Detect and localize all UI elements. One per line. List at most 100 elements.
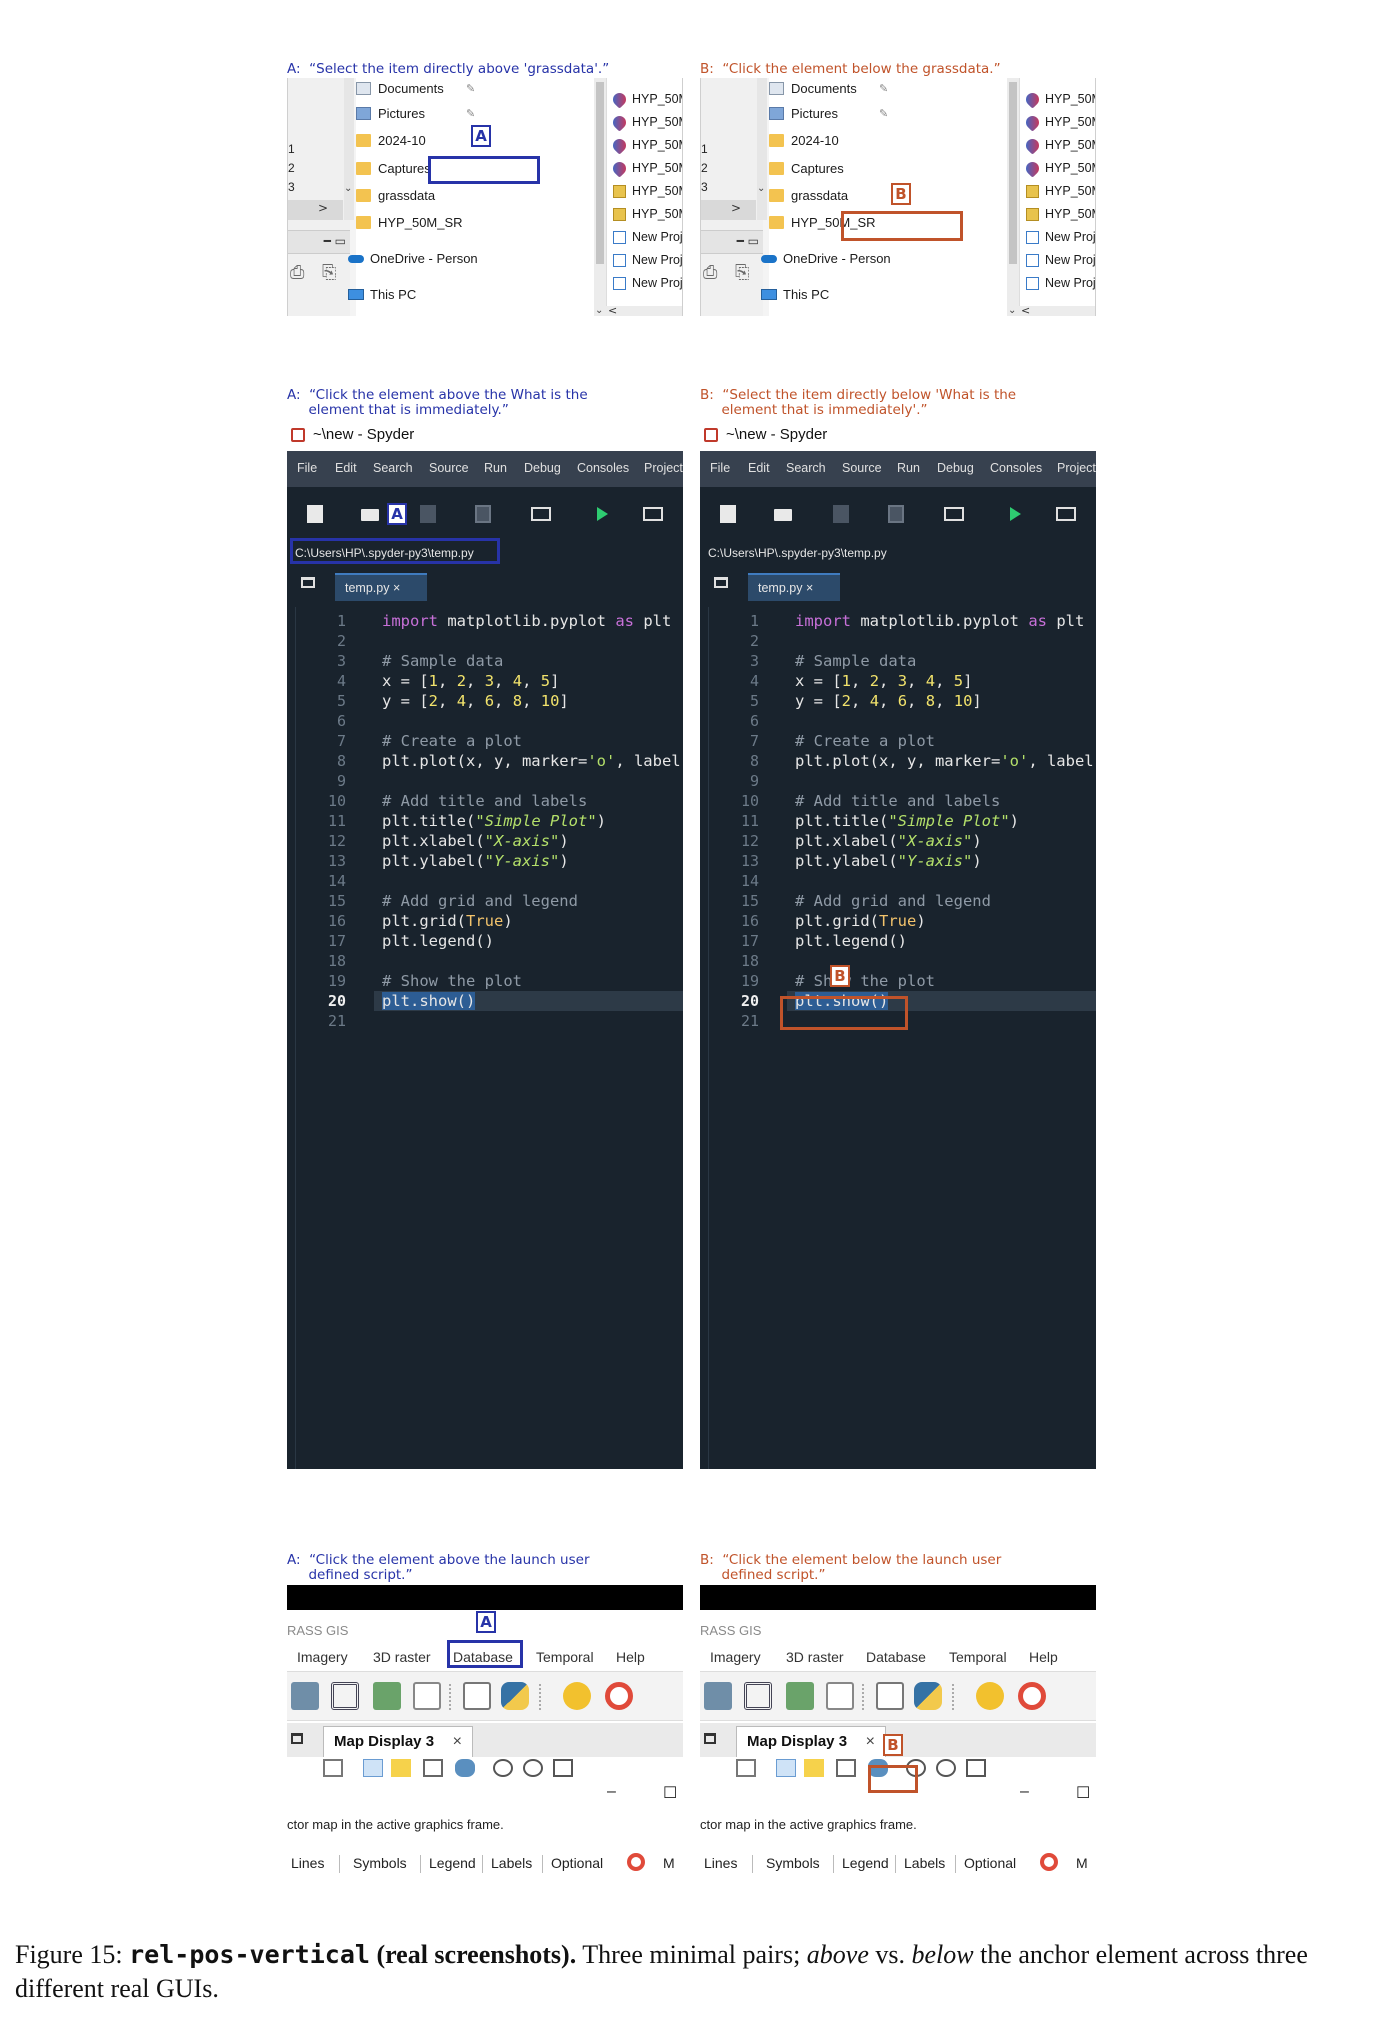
nav-item-pictures[interactable]: Pictures ✎ xyxy=(356,103,496,125)
nav-item-2024-10[interactable]: 2024-10 xyxy=(769,130,909,152)
python-icon[interactable] xyxy=(501,1682,529,1710)
chevron-left-icon[interactable]: < xyxy=(608,304,617,316)
menu-source[interactable]: Source xyxy=(429,461,469,475)
run-cell-icon[interactable] xyxy=(1056,507,1076,521)
open-folder-icon[interactable] xyxy=(774,509,792,521)
menu-file[interactable]: File xyxy=(297,461,317,475)
vector-icon[interactable] xyxy=(413,1682,441,1710)
add-icon[interactable]: ⎙ xyxy=(290,262,310,286)
tab-symbols[interactable]: Symbols xyxy=(353,1855,407,1871)
menu-consoles[interactable]: Consoles xyxy=(990,461,1042,475)
window-icon[interactable] xyxy=(291,1733,303,1744)
menu-edit[interactable]: Edit xyxy=(335,461,357,475)
scrollbar-thumb[interactable] xyxy=(596,82,604,264)
lifebuoy-icon[interactable] xyxy=(1040,1853,1058,1871)
add-icon[interactable]: ⎙ xyxy=(703,262,723,286)
menu-help[interactable]: Help xyxy=(616,1649,645,1665)
menu-temporal[interactable]: Temporal xyxy=(949,1649,1007,1665)
code-editor[interactable]: 123 456 789 10 11 12 13 14 15 16 17 18 19 20 21 … xyxy=(295,607,683,1469)
menu-debug[interactable]: Debug xyxy=(937,461,974,475)
grid-icon[interactable] xyxy=(744,1682,772,1710)
tab-legend[interactable]: Legend xyxy=(842,1855,889,1871)
tab-more[interactable]: M xyxy=(663,1855,675,1871)
grid-icon[interactable] xyxy=(331,1682,359,1710)
menu-database[interactable]: Database xyxy=(866,1649,926,1665)
query-icon[interactable] xyxy=(836,1759,856,1777)
code-editor[interactable]: 123 456 789 10 11 12 13 14 15 16 17 18 19 20 21 … xyxy=(708,607,1096,1469)
chevron-down-icon[interactable]: ⌄ xyxy=(1008,305,1016,316)
select-icon[interactable] xyxy=(804,1759,824,1777)
browse-tabs-icon[interactable] xyxy=(714,577,728,588)
scroll-right-icon[interactable]: > xyxy=(731,201,741,215)
zoom-back-icon[interactable] xyxy=(966,1759,986,1777)
zoom-out-icon[interactable] xyxy=(523,1759,543,1777)
zoom-out-icon[interactable] xyxy=(936,1759,956,1777)
tab-optional[interactable]: Optional xyxy=(551,1855,603,1871)
nav-item-onedrive[interactable]: OneDrive - Person xyxy=(761,248,931,270)
paste-icon[interactable]: ⎘ xyxy=(735,262,755,286)
new-window-icon[interactable] xyxy=(531,507,551,521)
zoom-in-icon[interactable] xyxy=(493,1759,513,1777)
maximize-icon[interactable]: ☐ xyxy=(1076,1783,1090,1803)
menu-projects[interactable]: Projects xyxy=(644,461,683,475)
display-icon[interactable] xyxy=(323,1759,343,1777)
zoom-back-icon[interactable] xyxy=(553,1759,573,1777)
chevron-down-icon[interactable]: ⌄ xyxy=(595,305,603,316)
tab-map-display-3[interactable]: Map Display 3 × xyxy=(323,1726,473,1757)
run-icon[interactable] xyxy=(597,507,608,521)
pointer-icon[interactable] xyxy=(363,1759,383,1777)
vector-icon[interactable] xyxy=(826,1682,854,1710)
nav-item-documents[interactable]: Documents ✎ xyxy=(769,78,909,100)
menu-temporal[interactable]: Temporal xyxy=(536,1649,594,1665)
menu-debug[interactable]: Debug xyxy=(524,461,561,475)
open-folder-icon[interactable] xyxy=(361,509,379,521)
modeler-icon[interactable] xyxy=(786,1682,814,1710)
menu-3d-raster[interactable]: 3D raster xyxy=(786,1649,844,1665)
horizontal-scrollbar[interactable]: > xyxy=(701,200,756,220)
horizontal-scrollbar[interactable]: > xyxy=(288,200,343,220)
script-icon[interactable] xyxy=(876,1682,904,1710)
script-icon[interactable] xyxy=(463,1682,491,1710)
save-icon[interactable] xyxy=(833,505,849,523)
chevron-left-icon[interactable]: < xyxy=(1021,304,1030,316)
display-icon[interactable] xyxy=(736,1759,756,1777)
pointer-icon[interactable] xyxy=(776,1759,796,1777)
menu-consoles[interactable]: Consoles xyxy=(577,461,629,475)
horizontal-scrollbar[interactable]: < xyxy=(606,304,682,316)
nav-item-onedrive[interactable]: OneDrive - Person xyxy=(348,248,518,270)
nav-item-grassdata[interactable]: grassdata xyxy=(769,185,909,207)
close-tab-icon[interactable]: × xyxy=(393,581,400,595)
code-area[interactable]: import matplotlib.pyplot as plt # Sample… xyxy=(787,607,1096,1469)
nav-item-captures[interactable]: Captures xyxy=(769,158,909,180)
nav-item-hyp[interactable]: HYP_50M_SR xyxy=(356,212,496,234)
nav-item-this-pc[interactable]: This PC xyxy=(761,284,901,306)
save-all-icon[interactable] xyxy=(888,505,904,523)
menu-search[interactable]: Search xyxy=(373,461,413,475)
menu-search[interactable]: Search xyxy=(786,461,826,475)
menu-edit[interactable]: Edit xyxy=(748,461,770,475)
run-cell-icon[interactable] xyxy=(643,507,663,521)
tab-legend[interactable]: Legend xyxy=(429,1855,476,1871)
close-icon[interactable]: × xyxy=(866,1727,875,1757)
paste-icon[interactable]: ⎘ xyxy=(322,262,342,286)
new-window-icon[interactable] xyxy=(944,507,964,521)
run-icon[interactable] xyxy=(1010,507,1021,521)
menu-projects[interactable]: Projects xyxy=(1057,461,1096,475)
maximize-icon[interactable]: ☐ xyxy=(663,1783,677,1803)
new-file-icon[interactable] xyxy=(720,505,736,523)
vertical-scrollbar[interactable]: ⌄ xyxy=(757,78,767,220)
close-icon[interactable]: × xyxy=(453,1727,462,1757)
chevron-down-icon[interactable]: ⌄ xyxy=(757,183,765,194)
layer-manager-icon[interactable] xyxy=(704,1682,732,1710)
settings-gear-icon[interactable] xyxy=(976,1682,1004,1710)
nav-item-pictures[interactable]: Pictures ✎ xyxy=(769,103,909,125)
nav-item-grassdata[interactable]: grassdata xyxy=(356,185,496,207)
scrollbar-thumb[interactable] xyxy=(1009,82,1017,264)
menu-3d-raster[interactable]: 3D raster xyxy=(373,1649,431,1665)
tab-labels[interactable]: Labels xyxy=(491,1855,532,1871)
nav-item-documents[interactable]: Documents ✎ xyxy=(356,78,496,100)
query-icon[interactable] xyxy=(423,1759,443,1777)
tab-more[interactable]: M xyxy=(1076,1855,1088,1871)
vertical-scrollbar[interactable]: ⌄ xyxy=(1007,78,1019,316)
settings-gear-icon[interactable] xyxy=(563,1682,591,1710)
